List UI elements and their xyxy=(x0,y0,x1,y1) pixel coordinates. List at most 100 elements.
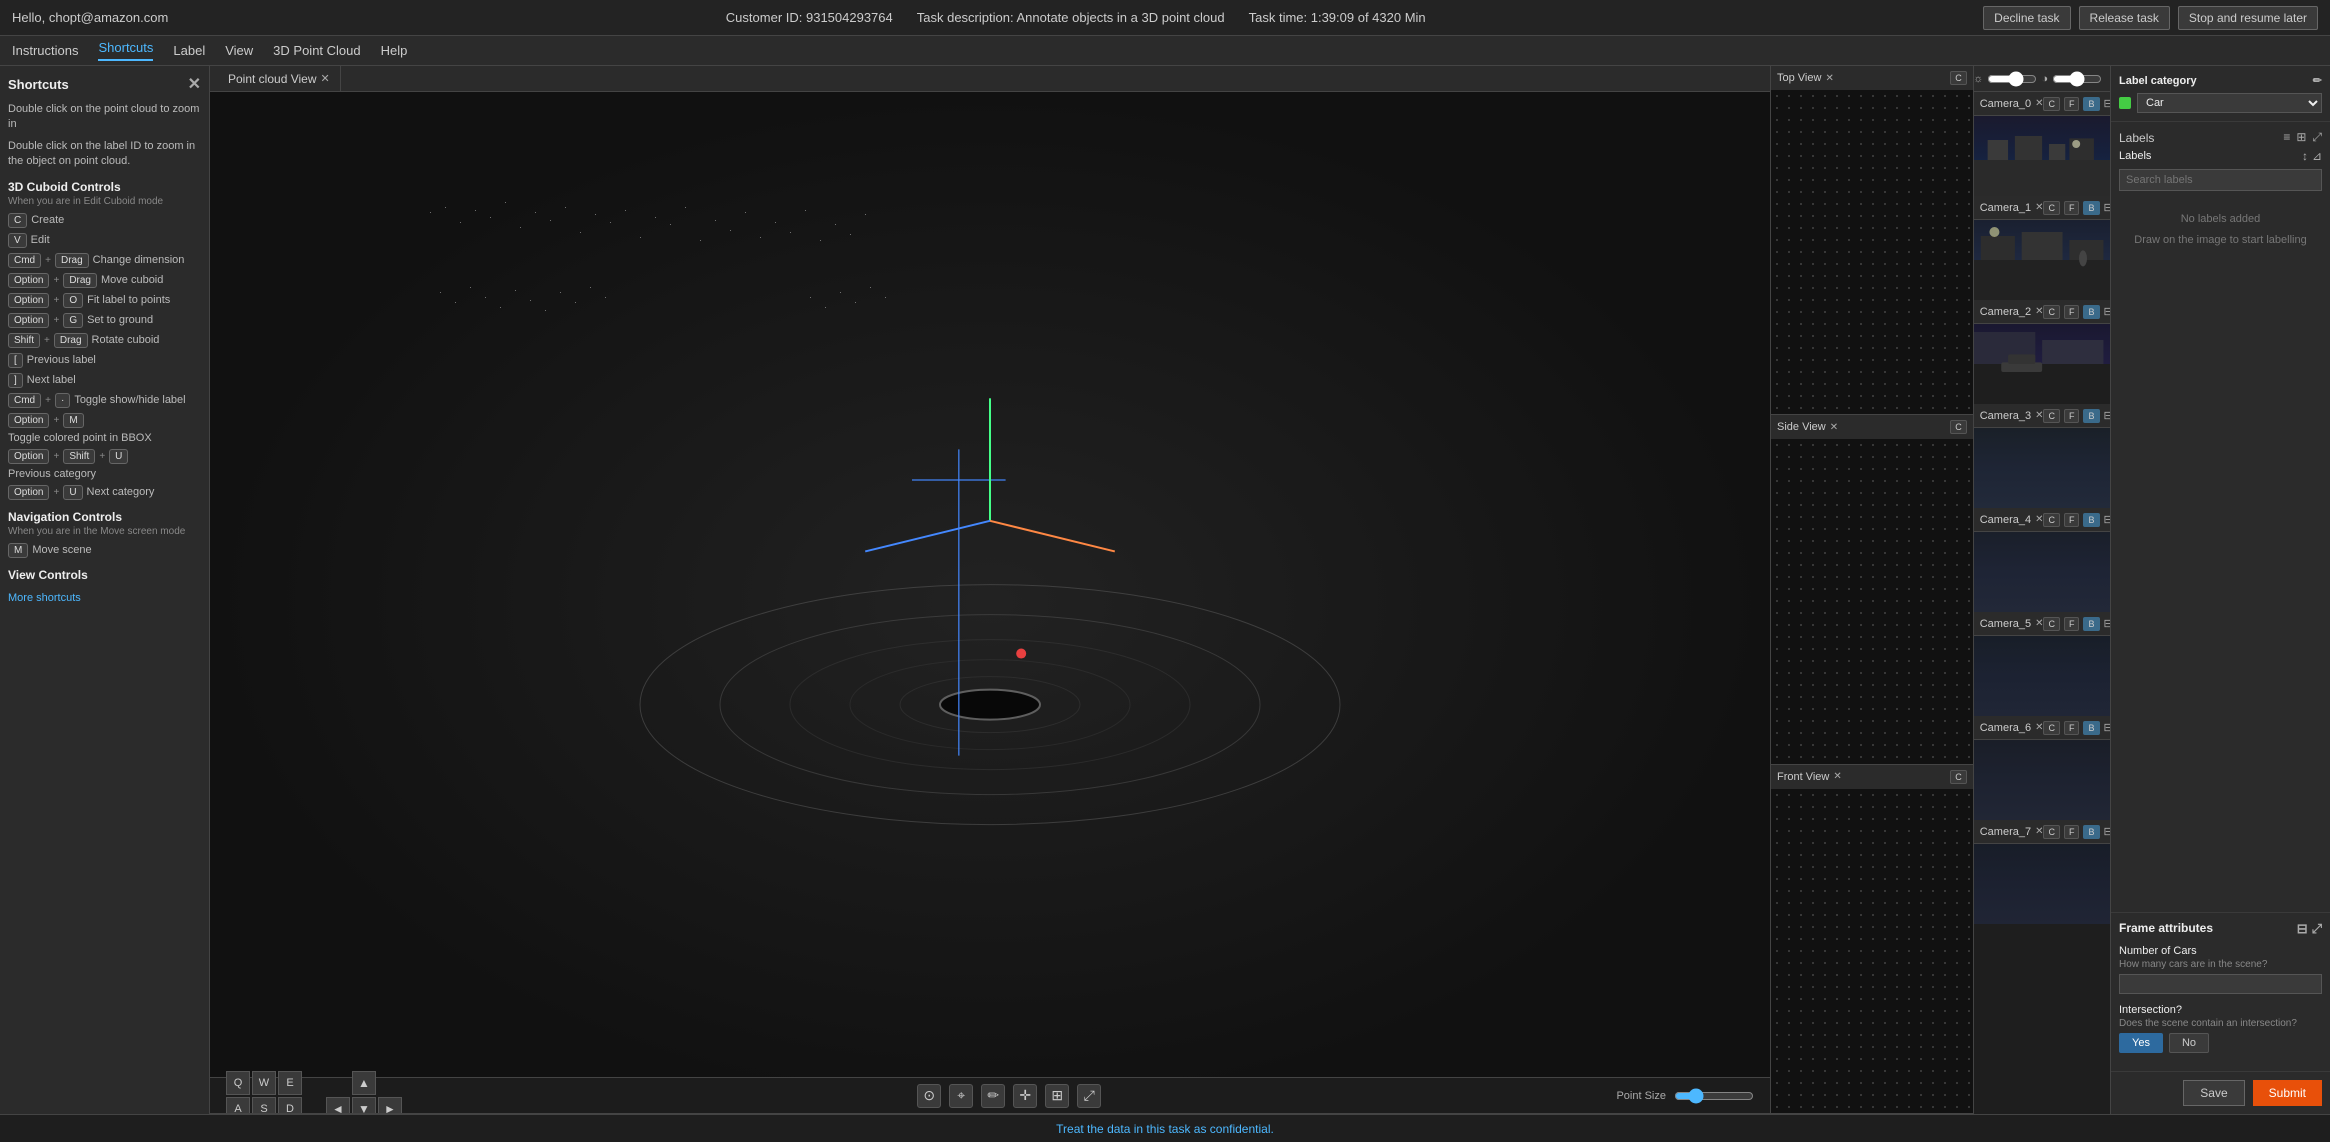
camera-6-f-btn[interactable]: F xyxy=(2064,721,2080,735)
labels-fullscreen-icon[interactable]: ⤢ xyxy=(2312,130,2322,145)
menu-3d-point-cloud[interactable]: 3D Point Cloud xyxy=(273,43,360,58)
camera-2-close[interactable]: ✕ xyxy=(2035,306,2043,317)
camera-1-f-btn[interactable]: F xyxy=(2064,201,2080,215)
camera-4-c-btn[interactable]: C xyxy=(2043,513,2060,527)
side-view-c-btn[interactable]: C xyxy=(1950,420,1967,434)
arrow-up-button[interactable]: ▲ xyxy=(352,1071,376,1095)
camera-4-close[interactable]: ✕ xyxy=(2035,514,2043,525)
camera-6-c-btn[interactable]: C xyxy=(2043,721,2060,735)
front-view-canvas[interactable] xyxy=(1771,789,1973,1113)
camera-0-close[interactable]: ✕ xyxy=(2035,98,2043,109)
camera-5-close[interactable]: ✕ xyxy=(2035,618,2043,629)
point-cloud-tab-close[interactable]: ✕ xyxy=(321,72,330,85)
camera-3-close[interactable]: ✕ xyxy=(2035,410,2043,421)
camera-5-b-btn[interactable]: B xyxy=(2083,617,2099,631)
front-view-c-btn[interactable]: C xyxy=(1950,770,1967,784)
frame-attr-expand-icon[interactable]: ⤢ xyxy=(2312,921,2322,937)
camera-1-b-btn[interactable]: B xyxy=(2083,201,2099,215)
nav-key-d[interactable]: D xyxy=(278,1097,302,1114)
search-labels-input[interactable] xyxy=(2119,169,2322,191)
camera-7-close[interactable]: ✕ xyxy=(2035,826,2043,837)
top-view-canvas[interactable] xyxy=(1771,90,1973,414)
camera-0-image[interactable] xyxy=(1974,116,2110,196)
front-view-close[interactable]: ✕ xyxy=(1833,771,1841,782)
side-view-canvas[interactable] xyxy=(1771,439,1973,763)
menu-instructions[interactable]: Instructions xyxy=(12,43,78,58)
arrow-down-button[interactable]: ▼ xyxy=(352,1097,376,1114)
camera-1-close[interactable]: ✕ xyxy=(2035,202,2043,213)
camera-7-image[interactable] xyxy=(1974,844,2110,924)
point-size-slider[interactable] xyxy=(1674,1088,1754,1104)
camera-4-b-btn[interactable]: B xyxy=(2083,513,2099,527)
nav-key-q[interactable]: Q xyxy=(226,1071,250,1095)
camera-2-b-btn[interactable]: B xyxy=(2083,305,2099,319)
camera-1-image[interactable] xyxy=(1974,220,2110,300)
camera-7-f-btn[interactable]: F xyxy=(2064,825,2080,839)
point-cloud-canvas[interactable]: Q W E A S D xyxy=(210,92,1770,1113)
camera-6-image[interactable] xyxy=(1974,740,2110,820)
nav-key-s[interactable]: S xyxy=(252,1097,276,1114)
camera-7-c-btn[interactable]: C xyxy=(2043,825,2060,839)
camera-2-image[interactable] xyxy=(1974,324,2110,404)
camera-2-f-btn[interactable]: F xyxy=(2064,305,2080,319)
menu-label[interactable]: Label xyxy=(173,43,205,58)
camera-6-close[interactable]: ✕ xyxy=(2035,722,2043,733)
num-cars-input[interactable] xyxy=(2119,974,2322,994)
stop-resume-button[interactable]: Stop and resume later xyxy=(2178,6,2318,30)
camera-3-f-btn[interactable]: F xyxy=(2064,409,2080,423)
select-tool-icon[interactable]: ⊙ xyxy=(917,1084,941,1108)
camera-4-f-btn[interactable]: F xyxy=(2064,513,2080,527)
labels-sort-icon[interactable]: ↕ xyxy=(2302,149,2308,163)
decline-task-button[interactable]: Decline task xyxy=(1983,6,2070,30)
nav-key-e[interactable]: E xyxy=(278,1071,302,1095)
camera-7-b-btn[interactable]: B xyxy=(2083,825,2099,839)
draw-tool-icon[interactable]: ✏ xyxy=(981,1084,1005,1108)
shortcuts-close-button[interactable]: ✕ xyxy=(188,74,201,94)
camera-6-b-btn[interactable]: B xyxy=(2083,721,2099,735)
camera-3-c-btn[interactable]: C xyxy=(2043,409,2060,423)
more-shortcuts-link[interactable]: More shortcuts xyxy=(8,592,201,604)
move-tool-icon[interactable]: ✛ xyxy=(1013,1084,1037,1108)
nav-key-a[interactable]: A xyxy=(226,1097,250,1114)
camera-0-b-btn[interactable]: B xyxy=(2083,97,2099,111)
camera-5-f-btn[interactable]: F xyxy=(2064,617,2080,631)
labels-filter-icon[interactable]: ≡ xyxy=(2283,130,2290,145)
save-button[interactable]: Save xyxy=(2183,1080,2244,1106)
nav-key-w[interactable]: W xyxy=(252,1071,276,1095)
edit-category-icon[interactable]: ✏ xyxy=(2313,74,2322,87)
camera-1-c-btn[interactable]: C xyxy=(2043,201,2060,215)
top-view-c-btn[interactable]: C xyxy=(1950,71,1967,85)
submit-button[interactable]: Submit xyxy=(2253,1080,2322,1106)
arrow-right-button[interactable]: ► xyxy=(378,1097,402,1114)
menu-help[interactable]: Help xyxy=(381,43,408,58)
release-task-button[interactable]: Release task xyxy=(2079,6,2170,30)
camera-0-f-btn[interactable]: F xyxy=(2064,97,2080,111)
frame-attr-collapse-icon[interactable]: ⊟ xyxy=(2297,921,2308,937)
expand-tool-icon[interactable]: ⤢ xyxy=(1077,1084,1101,1108)
intersection-no-button[interactable]: No xyxy=(2169,1033,2209,1053)
menu-view[interactable]: View xyxy=(225,43,253,58)
camera-5-c-btn[interactable]: C xyxy=(2043,617,2060,631)
menu-shortcuts[interactable]: Shortcuts xyxy=(98,40,153,61)
rect-tool-icon[interactable]: ⊞ xyxy=(1045,1084,1069,1108)
category-select[interactable]: Car xyxy=(2137,93,2322,113)
labels-expand-icon[interactable]: ⊞ xyxy=(2296,130,2306,145)
camera-0-c-btn[interactable]: C xyxy=(2043,97,2060,111)
camera-3-image[interactable] xyxy=(1974,428,2110,508)
camera-4-image[interactable] xyxy=(1974,532,2110,612)
lasso-tool-icon[interactable]: ⌖ xyxy=(949,1084,973,1108)
camera-2-c-btn[interactable]: C xyxy=(2043,305,2060,319)
camera-5-image[interactable] xyxy=(1974,636,2110,716)
point-cloud-tab[interactable]: Point cloud View ✕ xyxy=(218,66,341,92)
labels-filter2-icon[interactable]: ⊿ xyxy=(2312,149,2322,163)
point-cloud-tab-label: Point cloud View xyxy=(228,72,317,86)
contrast-slider[interactable] xyxy=(2052,71,2102,87)
camera-3-b-btn[interactable]: B xyxy=(2083,409,2099,423)
intersection-yes-button[interactable]: Yes xyxy=(2119,1033,2163,1053)
point-cloud-view[interactable]: Point cloud View ✕ xyxy=(210,66,1770,1114)
arrow-left-button[interactable]: ◄ xyxy=(326,1097,350,1114)
side-view-close[interactable]: ✕ xyxy=(1830,422,1838,433)
brightness-slider[interactable] xyxy=(1987,71,2037,87)
top-view-close[interactable]: ✕ xyxy=(1825,73,1833,84)
shortcut-change-dim: Cmd + Drag Change dimension xyxy=(8,253,201,268)
